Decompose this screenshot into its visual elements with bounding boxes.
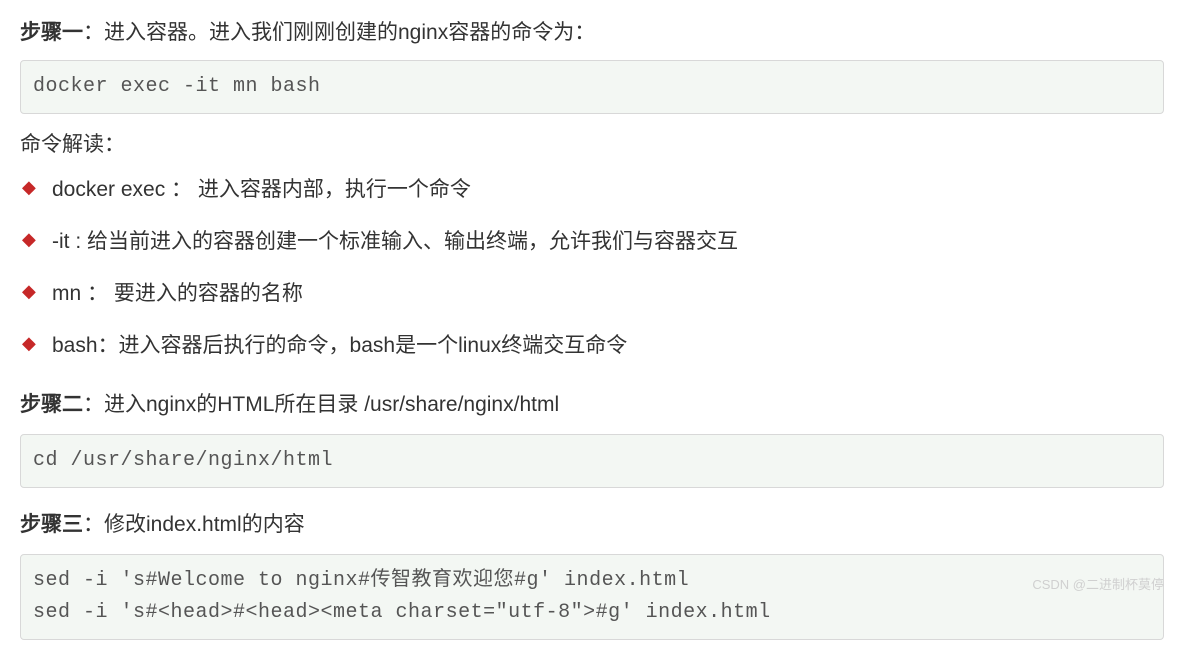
step-two-code: cd /usr/share/nginx/html bbox=[20, 434, 1164, 488]
step-one-label: 步骤一 bbox=[20, 21, 83, 44]
step-three-desc: ：修改index.html的内容 bbox=[83, 513, 305, 536]
list-item: -it : 给当前进入的容器创建一个标准输入、输出终端，允许我们与容器交互 bbox=[20, 223, 1164, 261]
step-three-label: 步骤三 bbox=[20, 513, 83, 536]
step-two-header: 步骤二：进入nginx的HTML所在目录 /usr/share/nginx/ht… bbox=[20, 388, 1164, 422]
explain-header: 命令解读： bbox=[20, 128, 1164, 162]
step-two-label: 步骤二 bbox=[20, 393, 83, 416]
step-one-code: docker exec -it mn bash bbox=[20, 60, 1164, 114]
watermark: CSDN @二进制杯莫停 bbox=[1032, 575, 1164, 596]
step-three-code: sed -i 's#Welcome to nginx#传智教育欢迎您#g' in… bbox=[20, 554, 1164, 640]
list-item: docker exec ： 进入容器内部，执行一个命令 bbox=[20, 171, 1164, 209]
list-item: bash：进入容器后执行的命令，bash是一个linux终端交互命令 bbox=[20, 327, 1164, 365]
step-one-header: 步骤一：进入容器。进入我们刚刚创建的nginx容器的命令为： bbox=[20, 16, 1164, 50]
explain-list: docker exec ： 进入容器内部，执行一个命令 -it : 给当前进入的… bbox=[20, 171, 1164, 364]
step-two-desc: ：进入nginx的HTML所在目录 /usr/share/nginx/html bbox=[83, 393, 559, 416]
step-three-header: 步骤三：修改index.html的内容 bbox=[20, 508, 1164, 542]
list-item: mn ： 要进入的容器的名称 bbox=[20, 275, 1164, 313]
step-one-desc: ：进入容器。进入我们刚刚创建的nginx容器的命令为： bbox=[83, 21, 595, 44]
